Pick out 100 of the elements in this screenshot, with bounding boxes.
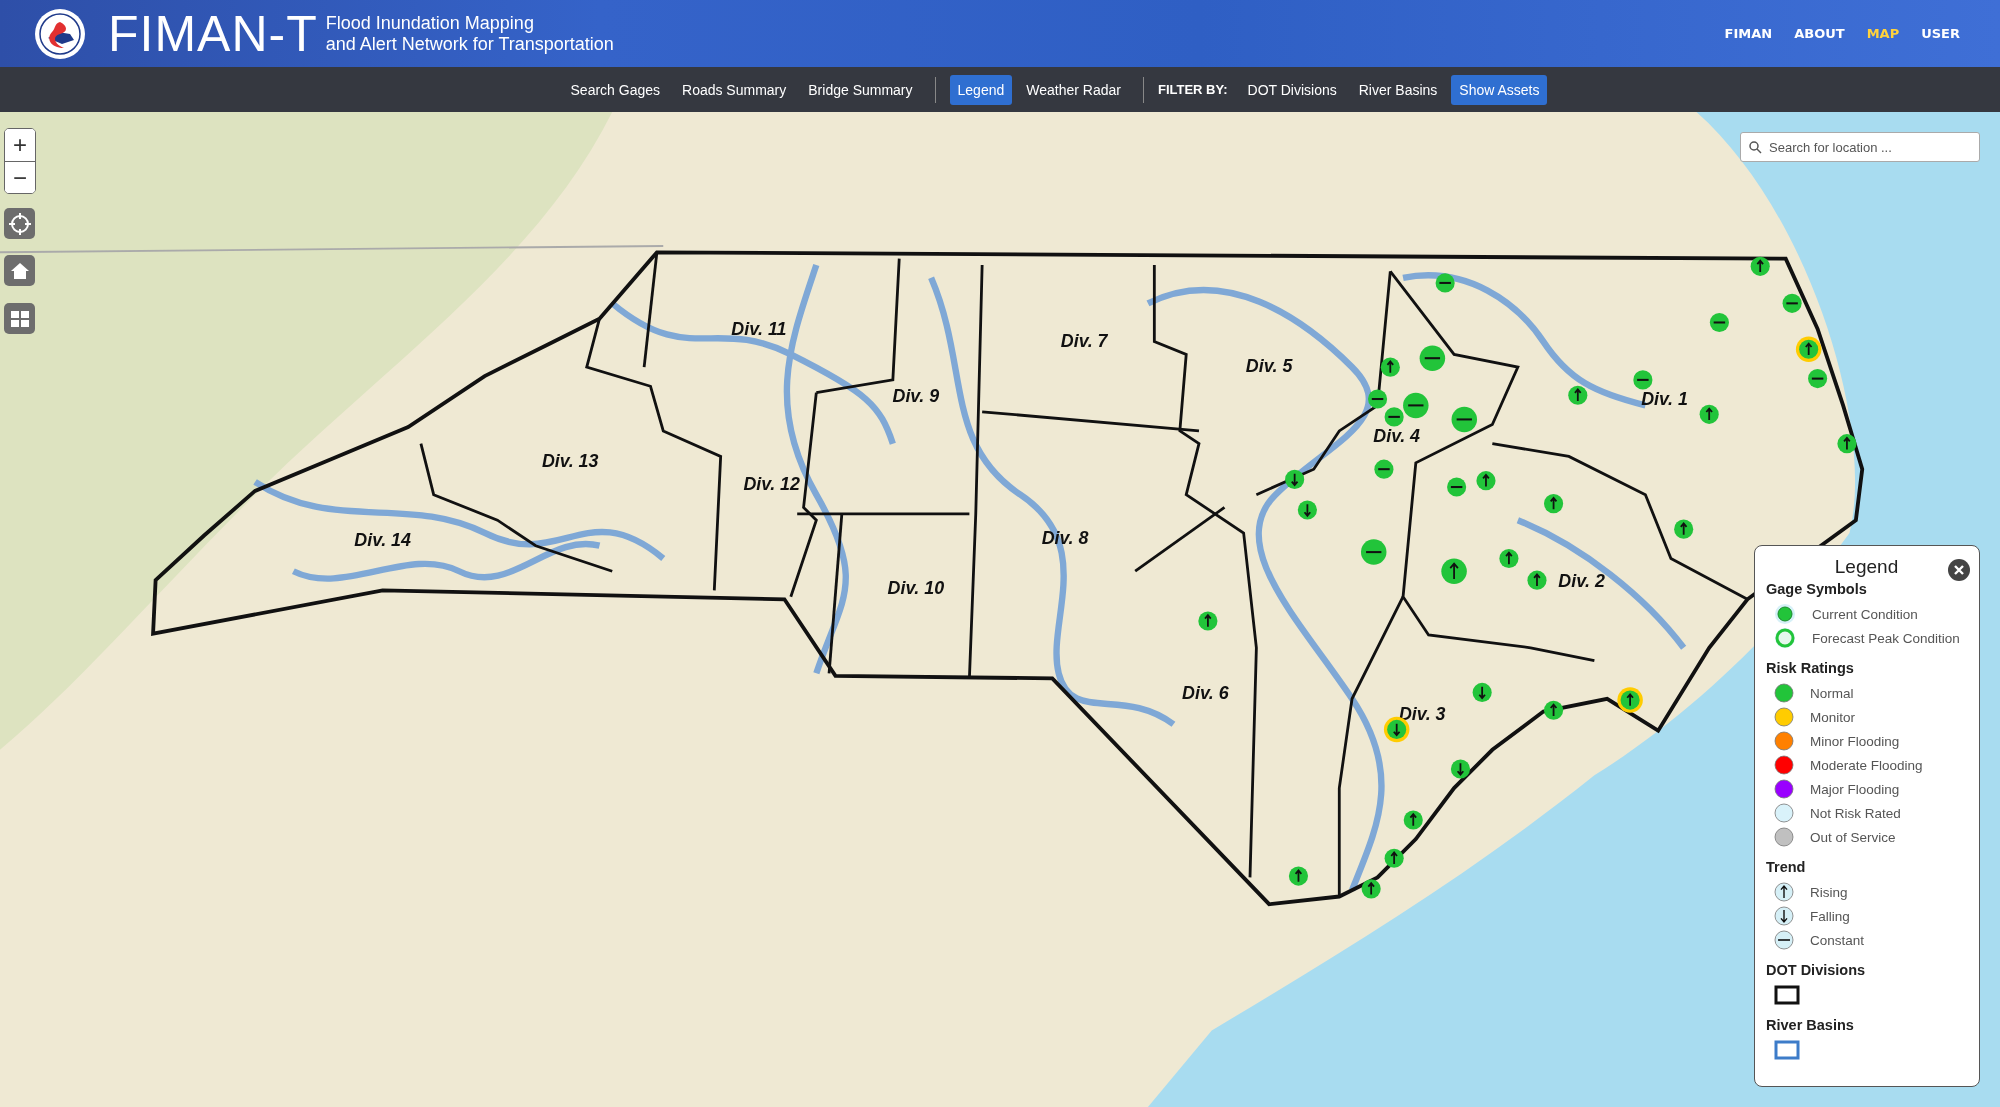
falling-trend-icon: [1774, 906, 1794, 926]
gage-marker[interactable]: [1568, 385, 1588, 405]
gage-marker[interactable]: [1544, 494, 1564, 514]
gage-marker[interactable]: [1403, 392, 1429, 419]
legend-label: Normal: [1810, 685, 1854, 701]
constant-trend-icon: [1774, 930, 1794, 950]
gage-marker[interactable]: [1527, 570, 1547, 590]
gage-marker[interactable]: [1198, 611, 1218, 631]
gage-marker[interactable]: [1374, 459, 1394, 479]
division-label: Div. 1: [1641, 389, 1688, 410]
gage-marker[interactable]: [1447, 477, 1467, 497]
risk-dot-icon: [1774, 707, 1794, 727]
risk-dot-icon: [1774, 683, 1794, 703]
gage-marker[interactable]: [1544, 700, 1564, 720]
gage-marker[interactable]: [1808, 369, 1828, 389]
gage-marker[interactable]: [1674, 519, 1694, 539]
gage-marker[interactable]: [1384, 407, 1404, 427]
toolbar-button[interactable]: DOT Divisions: [1239, 74, 1345, 105]
crosshair-icon: [8, 212, 31, 235]
legend-label: Not Risk Rated: [1810, 805, 1901, 821]
nav-link[interactable]: FIMAN: [1724, 26, 1773, 41]
toolbar-button[interactable]: Weather Radar: [1018, 74, 1129, 105]
legend-label: Constant: [1810, 932, 1865, 948]
gage-marker[interactable]: [1450, 759, 1471, 779]
gage-marker[interactable]: [1476, 471, 1496, 491]
division-label: Div. 10: [887, 578, 945, 599]
zoom-out-button[interactable]: −: [5, 161, 35, 193]
risk-dot-icon: [1774, 779, 1794, 799]
gage-marker[interactable]: [1297, 500, 1317, 520]
forecast-peak-icon: [1774, 627, 1796, 649]
division-label: Div. 9: [892, 385, 940, 406]
gage-marker[interactable]: [1361, 879, 1381, 899]
gage-marker[interactable]: [1709, 312, 1729, 333]
basin-outline-icon: [1774, 1040, 1800, 1060]
risk-dot-icon: [1774, 803, 1794, 823]
gage-marker[interactable]: [1617, 687, 1643, 713]
legend-label: Forecast Peak Condition: [1812, 630, 1960, 646]
gage-marker[interactable]: [1285, 469, 1305, 489]
legend-label: Major Flooding: [1810, 781, 1900, 797]
gage-marker[interactable]: [1360, 539, 1387, 565]
gage-marker[interactable]: [1368, 389, 1388, 409]
close-button[interactable]: [1948, 559, 1970, 581]
division-label: Div. 3: [1398, 704, 1446, 725]
legend-label: Minor Flooding: [1810, 733, 1900, 749]
division-label: Div. 6: [1182, 682, 1229, 703]
division-label: Div. 12: [743, 473, 800, 494]
gage-marker[interactable]: [1633, 370, 1653, 390]
gage-marker[interactable]: [1435, 273, 1455, 293]
legend-label: Rising: [1810, 884, 1848, 900]
current-condition-icon: [1774, 603, 1796, 625]
brand-subtitle: and Alert Network for Transportation: [325, 33, 614, 55]
risk-dot-icon: [1774, 827, 1794, 847]
gage-marker[interactable]: [1750, 256, 1770, 276]
gage-marker[interactable]: [1288, 866, 1309, 886]
gage-marker[interactable]: [1419, 345, 1446, 371]
toolbar-button[interactable]: Bridge Summary: [800, 74, 921, 105]
brand-subtitle: Flood Inundation Mapping: [325, 12, 535, 34]
division-label: Div. 13: [541, 450, 599, 471]
risk-dot-icon: [1774, 755, 1794, 775]
division-label: Div. 14: [354, 529, 411, 550]
search-field[interactable]: Search for location ...: [1740, 132, 1980, 162]
division-label: Div. 7: [1060, 330, 1108, 351]
legend-label: Monitor: [1810, 709, 1855, 725]
brand-name: FIMAN-T: [108, 4, 318, 63]
locate-button[interactable]: [4, 208, 35, 239]
toolbar-button[interactable]: Search Gages: [562, 74, 668, 105]
toolbar-button[interactable]: Show Assets: [1451, 74, 1548, 105]
grid-icon: [9, 309, 30, 328]
division-label: Div. 8: [1041, 528, 1089, 549]
nav-link[interactable]: USER: [1921, 26, 1960, 41]
close-icon: [1953, 564, 1965, 576]
basemap-button[interactable]: [4, 303, 35, 334]
gage-marker[interactable]: [1380, 357, 1400, 377]
toolbar-button[interactable]: River Basins: [1350, 74, 1446, 105]
gage-marker[interactable]: [1472, 682, 1492, 702]
home-icon: [9, 260, 30, 281]
gage-marker[interactable]: [1499, 548, 1519, 569]
legend-label: Moderate Flooding: [1810, 757, 1923, 773]
gage-marker[interactable]: [1837, 434, 1857, 454]
legend-section-title: DOT Divisions: [1766, 962, 1867, 978]
legend-title: Legend: [1833, 556, 1900, 578]
gage-marker[interactable]: [1403, 810, 1423, 830]
home-button[interactable]: [4, 255, 35, 286]
toolbar-button[interactable]: Roads Summary: [674, 74, 795, 105]
gage-marker[interactable]: [1441, 558, 1467, 584]
nav-link[interactable]: ABOUT: [1794, 26, 1845, 41]
rising-trend-icon: [1774, 882, 1794, 902]
legend-section-title: Gage Symbols: [1766, 581, 1868, 597]
gage-marker[interactable]: [1699, 404, 1719, 424]
gage-marker[interactable]: [1384, 848, 1404, 868]
legend-label: Falling: [1810, 908, 1850, 924]
legend-section-title: Trend: [1766, 859, 1807, 875]
seal-logo-icon: [34, 7, 86, 60]
gage-marker[interactable]: [1795, 336, 1822, 363]
legend-section-title: Risk Ratings: [1766, 660, 1855, 676]
legend-label: Current Condition: [1812, 606, 1918, 622]
gage-marker[interactable]: [1782, 293, 1802, 313]
gage-marker[interactable]: [1451, 406, 1478, 433]
legend-label: Out of Service: [1810, 829, 1896, 845]
toolbar-button[interactable]: Legend: [949, 74, 1013, 105]
